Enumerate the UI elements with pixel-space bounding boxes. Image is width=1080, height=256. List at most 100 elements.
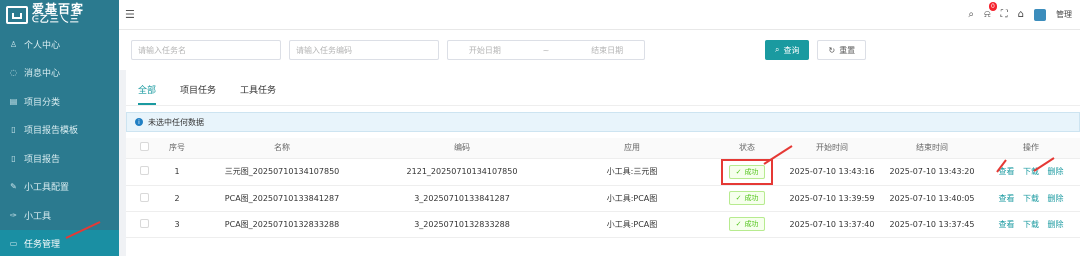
- user-icon: ♙: [9, 39, 18, 49]
- sidebar-item-personal-center[interactable]: ♙ 个人中心: [0, 30, 119, 59]
- logo: 爱基百客 ᕮ乙三乀三: [0, 0, 119, 30]
- tab-tool-tasks[interactable]: 工具任务: [240, 83, 276, 105]
- row-code: 3_20250710133841287: [372, 185, 552, 212]
- row-end-time: 2025-07-10 13:40:05: [882, 185, 982, 212]
- sidebar-item-report-template[interactable]: ▯ 项目报告模板: [0, 116, 119, 145]
- row-checkbox[interactable]: [139, 192, 149, 202]
- filter-bar: 请输入任务名 请输入任务编码 开始日期 ~ 结束日期 ⌕ 查询 ↻ 重置: [119, 30, 1080, 70]
- status-badge: ✓ 成功: [728, 217, 766, 231]
- sidebar-item-project-category[interactable]: ▤ 项目分类: [0, 87, 119, 116]
- view-link[interactable]: 查看: [998, 194, 1014, 203]
- select-all-checkbox-cell[interactable]: [126, 138, 162, 159]
- sidebar-item-project-report[interactable]: ▯ 项目报告: [0, 144, 119, 173]
- query-button-label: 查询: [783, 45, 800, 55]
- col-header-status: 状态: [712, 138, 782, 159]
- sidebar-item-task-management[interactable]: ▭ 任务管理: [0, 229, 119, 256]
- end-date-field[interactable]: 结束日期: [591, 45, 623, 56]
- tab-project-tasks[interactable]: 项目任务: [180, 83, 216, 105]
- task-icon: ▭: [9, 239, 18, 249]
- check-circle-icon: ✓: [735, 194, 742, 202]
- logo-title: 爱基百客: [32, 2, 85, 16]
- table-header-row: 序号 名称 编码 应用 状态 开始时间 结束时间 操作: [126, 138, 1080, 159]
- report-icon: ▯: [11, 153, 16, 163]
- row-start-time: 2025-07-10 13:43:16: [782, 158, 882, 186]
- search-icon[interactable]: ⌕: [968, 9, 974, 20]
- table-row: 2 PCA图_20250710133841287 3_2025071013384…: [126, 185, 1080, 212]
- top-right-tools: ⌕ ⍾ 0 ⛶ ⌂ 管理: [968, 2, 1080, 21]
- selection-notice-text: 未选中任何数据: [148, 117, 204, 127]
- download-link[interactable]: 下载: [1023, 167, 1039, 176]
- tool-icon: ✑: [10, 210, 17, 220]
- view-link[interactable]: 查看: [998, 220, 1014, 229]
- row-end-time: 2025-07-10 13:43:20: [882, 158, 982, 186]
- fullscreen-icon[interactable]: ⛶: [1001, 9, 1008, 20]
- task-name-input[interactable]: 请输入任务名: [131, 40, 281, 60]
- delete-link[interactable]: 删除: [1048, 220, 1064, 229]
- top-bar: ☰ ⌕ ⍾ 0 ⛶ ⌂ 管理: [119, 0, 1080, 30]
- col-header-name: 名称: [192, 138, 372, 159]
- sidebar-item-label: 项目报告: [24, 154, 61, 165]
- sidebar-item-label: 项目报告模板: [24, 126, 79, 137]
- task-tabs: 全部 项目任务 工具任务: [126, 70, 1080, 106]
- delete-link[interactable]: 删除: [1048, 194, 1064, 203]
- sidebar-item-message-center[interactable]: ◌ 消息中心: [0, 59, 119, 88]
- check-circle-icon: ✓: [735, 167, 742, 176]
- start-date-field[interactable]: 开始日期: [469, 45, 501, 56]
- select-all-checkbox[interactable]: [139, 142, 149, 152]
- status-badge: ✓ 成功: [728, 164, 766, 179]
- query-button[interactable]: ⌕ 查询: [765, 40, 810, 60]
- notification-bell-icon[interactable]: ⍾ 0: [984, 2, 997, 20]
- row-start-time: 2025-07-10 13:37:40: [782, 211, 882, 238]
- category-icon: ▤: [9, 96, 18, 106]
- delete-link[interactable]: 删除: [1048, 167, 1064, 176]
- sidebar-item-label: 消息中心: [24, 69, 61, 80]
- sidebar-item-tool-config[interactable]: ✎ 小工具配置: [0, 173, 119, 202]
- edit-icon: ✎: [10, 182, 17, 192]
- status-text: 成功: [744, 220, 759, 228]
- app-root: 爱基百客 ᕮ乙三乀三 ♙ 个人中心 ◌ 消息中心 ▤ 项目分类 ▯ 项目报告模板 ▯ 项目…: [0, 0, 1080, 256]
- col-header-app: 应用: [552, 138, 712, 159]
- task-list-card: 全部 项目任务 工具任务 i 未选中任何数据 序号 名称 编码 应用 状态 开始…: [126, 70, 1080, 256]
- selection-notice: i 未选中任何数据: [126, 112, 1080, 132]
- search-icon: ⌕: [775, 45, 780, 54]
- status-text: 成功: [744, 194, 759, 202]
- row-checkbox[interactable]: [139, 218, 149, 228]
- col-header-code: 编码: [372, 138, 552, 159]
- reset-button-label: 重置: [839, 45, 856, 55]
- tab-all[interactable]: 全部: [138, 83, 157, 105]
- date-range-picker[interactable]: 开始日期 ~ 结束日期: [447, 40, 645, 60]
- reset-button[interactable]: ↻ 重置: [817, 40, 867, 60]
- row-checkbox[interactable]: [139, 166, 149, 175]
- row-app: 小工具:PCA图: [552, 211, 712, 238]
- view-link[interactable]: 查看: [998, 167, 1014, 176]
- download-link[interactable]: 下载: [1023, 220, 1039, 229]
- row-start-time: 2025-07-10 13:39:59: [782, 185, 882, 212]
- admin-name[interactable]: 管理: [1056, 9, 1072, 20]
- avatar[interactable]: [1034, 8, 1046, 21]
- row-name: PCA图_20250710133841287: [192, 185, 372, 212]
- download-link[interactable]: 下载: [1023, 194, 1039, 203]
- row-index: 1: [162, 158, 192, 186]
- col-header-start-time: 开始时间: [782, 138, 882, 159]
- row-end-time: 2025-07-10 13:37:45: [882, 211, 982, 238]
- task-code-input[interactable]: 请输入任务编码: [289, 40, 439, 60]
- col-header-end-time: 结束时间: [882, 138, 982, 159]
- status-text: 成功: [744, 167, 759, 176]
- sidebar-item-label: 任务管理: [24, 240, 61, 251]
- document-icon: ▯: [11, 125, 16, 135]
- notification-badge: 0: [989, 2, 997, 11]
- logo-subtitle: ᕮ乙三乀三: [32, 15, 80, 25]
- logo-icon: [6, 6, 28, 24]
- sidebar-nav: ♙ 个人中心 ◌ 消息中心 ▤ 项目分类 ▯ 项目报告模板 ▯ 项目报告 ✎ 小工具配置 ✑…: [0, 30, 119, 256]
- sidebar: 爱基百客 ᕮ乙三乀三 ♙ 个人中心 ◌ 消息中心 ▤ 项目分类 ▯ 项目报告模板 ▯ 项目…: [0, 0, 119, 256]
- table-row: 3 PCA图_20250710132833288 3_2025071013283…: [126, 211, 1080, 238]
- col-header-actions: 操作: [982, 138, 1080, 159]
- sidebar-item-label: 小工具配置: [24, 183, 70, 194]
- lock-icon[interactable]: ⌂: [1018, 9, 1024, 20]
- check-circle-icon: ✓: [735, 220, 742, 228]
- sidebar-item-tools[interactable]: ✑ 小工具: [0, 201, 119, 230]
- menu-toggle-icon[interactable]: ☰: [125, 8, 135, 21]
- row-code: 2121_20250710134107850: [372, 158, 552, 186]
- refresh-icon: ↻: [828, 45, 836, 55]
- sidebar-item-label: 项目分类: [24, 97, 61, 108]
